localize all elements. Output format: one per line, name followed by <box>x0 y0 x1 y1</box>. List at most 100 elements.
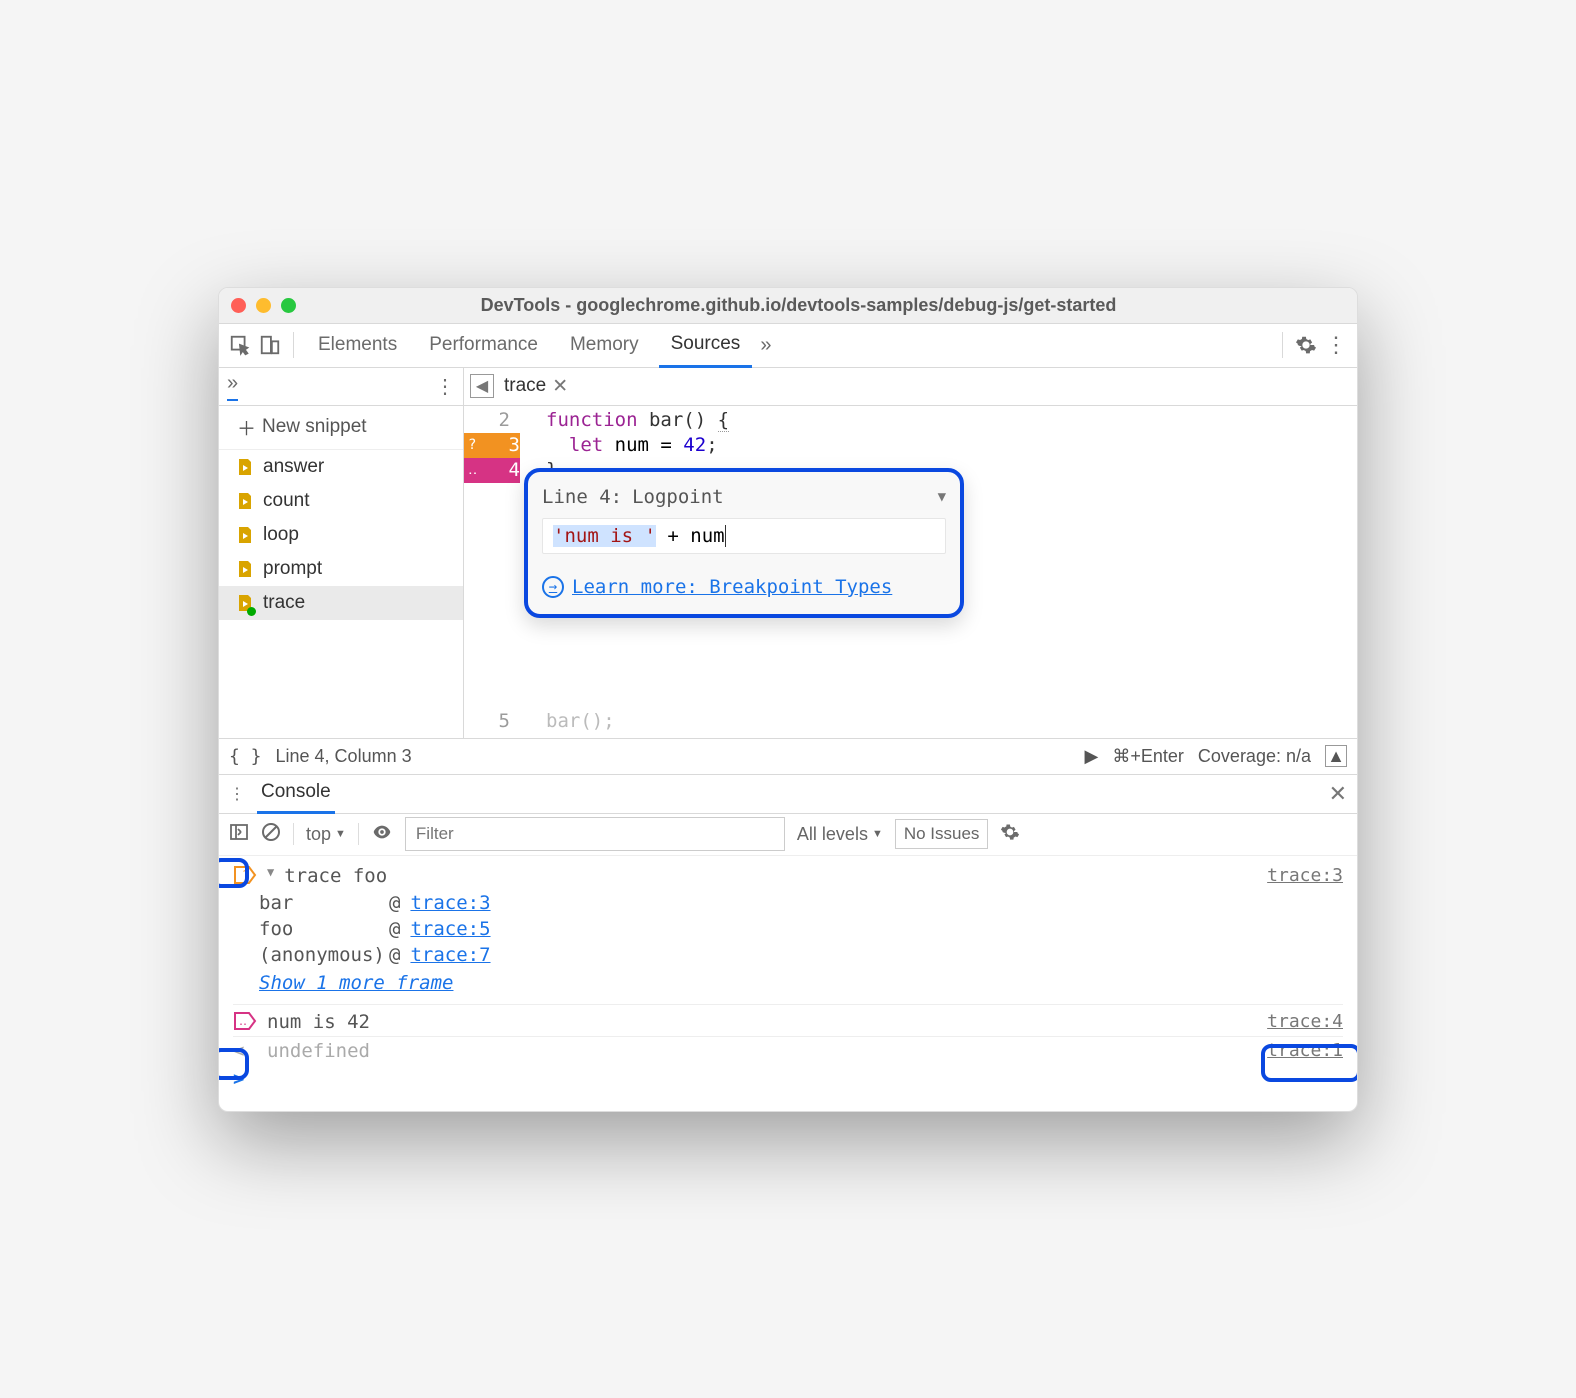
stack-link[interactable]: trace:5 <box>410 918 490 940</box>
tab-sources[interactable]: Sources <box>659 323 753 368</box>
snippet-item-prompt[interactable]: prompt <box>219 552 463 586</box>
log-message: num is 42 <box>267 1011 1257 1033</box>
close-window-button[interactable] <box>231 298 246 313</box>
sidebar-more-tabs[interactable]: » <box>227 372 238 401</box>
snippet-item-label: answer <box>263 456 324 478</box>
source-link[interactable]: trace:4 <box>1267 1011 1343 1032</box>
device-toolbar-icon[interactable] <box>259 334 281 356</box>
tab-performance[interactable]: Performance <box>417 324 550 366</box>
more-tabs-button[interactable]: » <box>760 334 771 357</box>
plus-icon: ＋ <box>237 414 256 441</box>
show-more-frames[interactable]: Show 1 more frame <box>233 972 1343 994</box>
line-number[interactable]: 2 <box>464 408 520 433</box>
close-drawer-icon[interactable]: ✕ <box>1329 781 1347 807</box>
caret-down-icon: ▼ <box>335 828 346 840</box>
live-expression-icon[interactable] <box>371 821 393 848</box>
stack-link[interactable]: trace:3 <box>410 892 490 914</box>
drawer-menu-icon[interactable]: ⋮ <box>229 784 245 804</box>
cursor-position: Line 4, Column 3 <box>276 746 412 767</box>
snippet-item-label: trace <box>263 592 305 614</box>
logpoint-expr-rest: + num <box>656 525 725 547</box>
separator <box>293 332 294 358</box>
expand-caret-icon[interactable]: ▼ <box>267 865 274 879</box>
toggle-sidebar-icon[interactable]: ▲ <box>1325 745 1347 767</box>
editor-tab-trace[interactable]: trace ✕ <box>504 375 568 398</box>
breakpoint-type-dropdown[interactable]: Logpoint <box>632 486 724 508</box>
console-toolbar: top ▼ All levels ▼ No Issues <box>219 814 1357 856</box>
dropdown-caret-icon[interactable]: ▼ <box>938 489 946 505</box>
stack-fn: foo <box>259 918 379 940</box>
context-selector[interactable]: top ▼ <box>306 824 346 845</box>
snippet-item-loop[interactable]: loop <box>219 518 463 552</box>
source-link[interactable]: trace:3 <box>1267 865 1343 886</box>
sidebar-header: » ⋮ <box>219 368 463 406</box>
console-filter-input[interactable] <box>405 817 785 851</box>
at-sign: @ <box>389 944 400 966</box>
snippet-item-answer[interactable]: answer <box>219 450 463 484</box>
line-number[interactable]: 5 <box>464 709 520 734</box>
logpoint-expression-input[interactable]: 'num is ' + num <box>542 518 946 554</box>
modified-indicator-icon <box>247 607 256 616</box>
learn-more-label: Learn more: Breakpoint Types <box>572 576 892 598</box>
snippet-file-icon <box>235 491 255 511</box>
minimize-window-button[interactable] <box>256 298 271 313</box>
source-link[interactable]: trace:1 <box>1267 1040 1343 1061</box>
stack-frame: foo @ trace:5 <box>259 916 1343 942</box>
at-sign: @ <box>389 892 400 914</box>
snippet-item-label: count <box>263 490 309 512</box>
learn-more-link[interactable]: → Learn more: Breakpoint Types <box>542 576 946 598</box>
toggle-console-sidebar-icon[interactable] <box>229 822 249 847</box>
snippet-file-icon <box>235 559 255 579</box>
console-row-logpoint: ‥ num is 42 trace:4 <box>233 1004 1343 1036</box>
main-toolbar: Elements Performance Memory Sources » ⋮ <box>219 324 1357 368</box>
sidebar-menu-icon[interactable]: ⋮ <box>435 374 455 399</box>
line-number-bp-conditional[interactable]: ?3 <box>464 433 520 458</box>
snippets-sidebar: » ⋮ ＋ New snippet answer count loop <box>219 368 464 738</box>
clear-console-icon[interactable] <box>261 822 281 847</box>
at-sign: @ <box>389 918 400 940</box>
snippet-list: answer count loop prompt trace <box>219 450 463 738</box>
code-content[interactable]: function bar() { let num = 42; } bar(); … <box>520 406 1357 738</box>
kebab-menu-icon[interactable]: ⋮ <box>1325 334 1347 356</box>
stack-frame: bar @ trace:3 <box>259 890 1343 916</box>
stack-fn: bar <box>259 892 379 914</box>
stack-link[interactable]: trace:7 <box>410 944 490 966</box>
inspect-element-icon[interactable] <box>229 334 251 356</box>
line-gutter: 2 ?3 ‥4 5 <box>464 406 520 738</box>
svg-text:?: ? <box>242 869 250 884</box>
tab-console[interactable]: Console <box>257 773 335 814</box>
tab-memory[interactable]: Memory <box>558 324 651 366</box>
trace-message: trace foo <box>284 865 1257 887</box>
snippet-item-trace[interactable]: trace <box>219 586 463 620</box>
console-row-trace: ? ▼ trace foo trace:3 <box>233 862 1343 890</box>
separator <box>1282 332 1283 358</box>
console-settings-icon[interactable] <box>1000 822 1020 847</box>
log-levels-dropdown[interactable]: All levels ▼ <box>797 824 883 845</box>
new-snippet-button[interactable]: ＋ New snippet <box>219 406 463 450</box>
run-snippet-button[interactable]: ▶ <box>1085 746 1099 767</box>
code-editor[interactable]: 2 ?3 ‥4 5 function bar() { let num = 42;… <box>464 406 1357 738</box>
return-value: undefined <box>267 1040 1257 1062</box>
toggle-navigator-icon[interactable]: ◀ <box>470 374 494 398</box>
pretty-print-icon[interactable]: { } <box>229 746 262 767</box>
editor-tabs: ◀ trace ✕ <box>464 368 1357 406</box>
titlebar: DevTools - googlechrome.github.io/devtoo… <box>219 288 1357 324</box>
maximize-window-button[interactable] <box>281 298 296 313</box>
window-title: DevTools - googlechrome.github.io/devtoo… <box>312 295 1285 316</box>
logpoint-badge-icon: ‥ <box>233 1011 257 1031</box>
line-number-bp-logpoint[interactable]: ‥4 <box>464 458 520 483</box>
logpoint-line-label: Line 4: <box>542 486 622 508</box>
tab-elements[interactable]: Elements <box>306 324 409 366</box>
console-row-return: < undefined trace:1 <box>233 1036 1343 1065</box>
code-line: bar(); <box>546 709 1357 734</box>
prompt-caret-icon: > <box>233 1068 244 1090</box>
issues-button[interactable]: No Issues <box>895 819 989 849</box>
snippet-file-icon <box>235 525 255 545</box>
settings-icon[interactable] <box>1295 334 1317 356</box>
trace-badge-icon: ? <box>233 865 257 885</box>
close-tab-icon[interactable]: ✕ <box>552 375 568 398</box>
snippet-item-count[interactable]: count <box>219 484 463 518</box>
console-prompt-row[interactable]: > <box>233 1065 1343 1093</box>
snippet-item-label: loop <box>263 524 299 546</box>
window-controls <box>231 298 296 313</box>
